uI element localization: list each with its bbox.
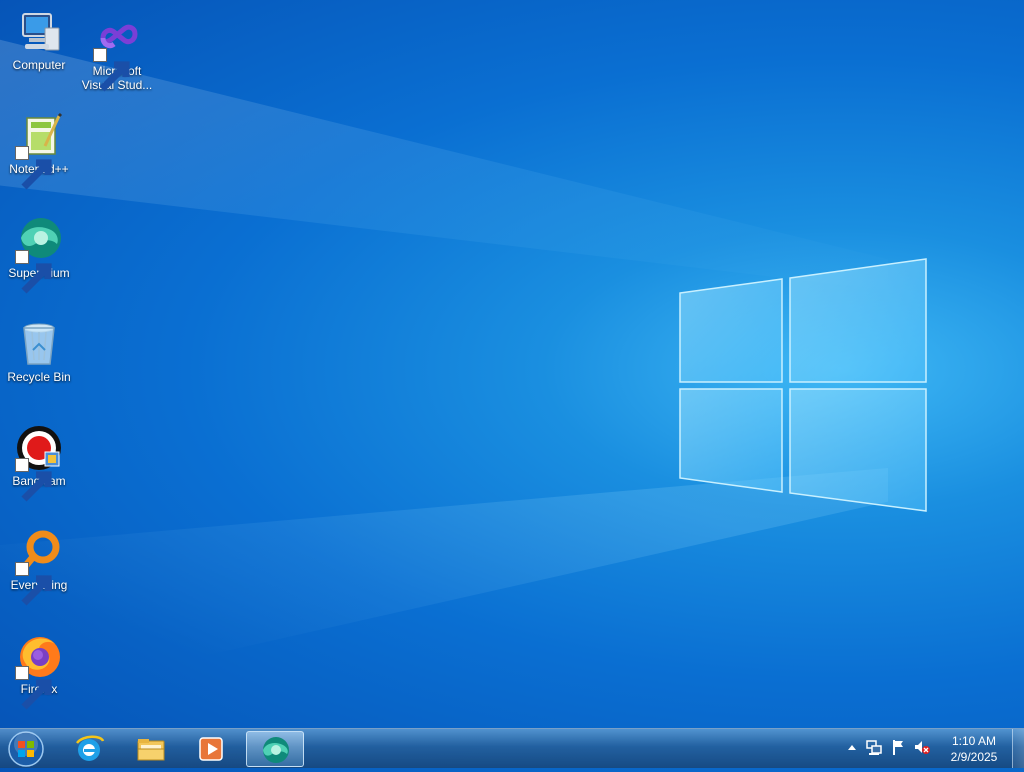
desktop-icon-everything[interactable]: Everything bbox=[0, 528, 78, 606]
desktop: Computer Microsoft Visual Stud... Notepa… bbox=[0, 0, 1024, 728]
action-center-flag-icon bbox=[893, 740, 903, 755]
taskbar: 1:10 AM 2/9/2025 bbox=[0, 728, 1024, 768]
shortcut-arrow-icon bbox=[15, 458, 52, 502]
desktop-icon-supermium[interactable]: Supermium bbox=[0, 216, 78, 294]
supermium-icon bbox=[15, 216, 63, 294]
volume-muted-icon bbox=[915, 741, 930, 754]
shortcut-arrow-icon bbox=[15, 250, 52, 294]
desktop-icon-computer[interactable]: Computer bbox=[0, 8, 78, 72]
desktop-icon-visual-studio[interactable]: Microsoft Visual Stud... bbox=[78, 14, 156, 92]
visual-studio-icon bbox=[93, 14, 141, 92]
firefox-icon bbox=[15, 632, 63, 710]
network-tray-button[interactable] bbox=[866, 737, 882, 757]
media-player-icon bbox=[199, 737, 223, 761]
internet-explorer-icon bbox=[76, 735, 105, 761]
windows-start-orb-icon bbox=[8, 731, 44, 767]
computer-icon bbox=[15, 8, 63, 56]
desktop-icon-firefox[interactable]: Firefox bbox=[0, 632, 78, 710]
shortcut-arrow-icon bbox=[93, 48, 130, 92]
action-center-tray-button[interactable] bbox=[890, 737, 906, 757]
clock-time: 1:10 AM bbox=[951, 734, 997, 748]
everything-icon bbox=[15, 528, 63, 606]
chevron-up-icon bbox=[848, 745, 856, 750]
desktop-icon-recycle-bin[interactable]: Recycle Bin bbox=[0, 320, 78, 384]
desktop-icon-notepad-plus-plus[interactable]: Notepad++ bbox=[0, 112, 78, 190]
file-explorer-icon bbox=[137, 739, 165, 761]
desktop-icon-label: Recycle Bin bbox=[7, 370, 71, 384]
shortcut-arrow-icon bbox=[15, 666, 52, 710]
notepad-plus-plus-icon bbox=[15, 112, 63, 190]
show-desktop-button[interactable] bbox=[1012, 729, 1024, 768]
show-hidden-icons-button[interactable] bbox=[844, 737, 860, 757]
desktop-icon-bandicam[interactable]: Bandicam bbox=[0, 424, 78, 502]
desktop-icon-label: Computer bbox=[12, 58, 66, 72]
taskbar-supermium[interactable] bbox=[246, 731, 304, 767]
recycle-bin-icon bbox=[15, 320, 63, 368]
shortcut-arrow-icon bbox=[15, 146, 52, 190]
windows-logo-wallpaper bbox=[679, 258, 927, 512]
network-icon bbox=[866, 740, 882, 755]
start-button[interactable] bbox=[6, 731, 46, 767]
shortcut-arrow-icon bbox=[15, 562, 52, 606]
volume-tray-button[interactable] bbox=[914, 737, 930, 757]
taskbar-media-player[interactable] bbox=[186, 731, 236, 767]
supermium-icon bbox=[263, 737, 289, 763]
taskbar-file-explorer[interactable] bbox=[126, 731, 176, 767]
taskbar-internet-explorer[interactable] bbox=[64, 731, 114, 767]
clock-date: 2/9/2025 bbox=[950, 750, 998, 764]
bandicam-icon bbox=[15, 424, 63, 502]
system-clock[interactable]: 1:10 AM 2/9/2025 bbox=[938, 733, 1010, 765]
